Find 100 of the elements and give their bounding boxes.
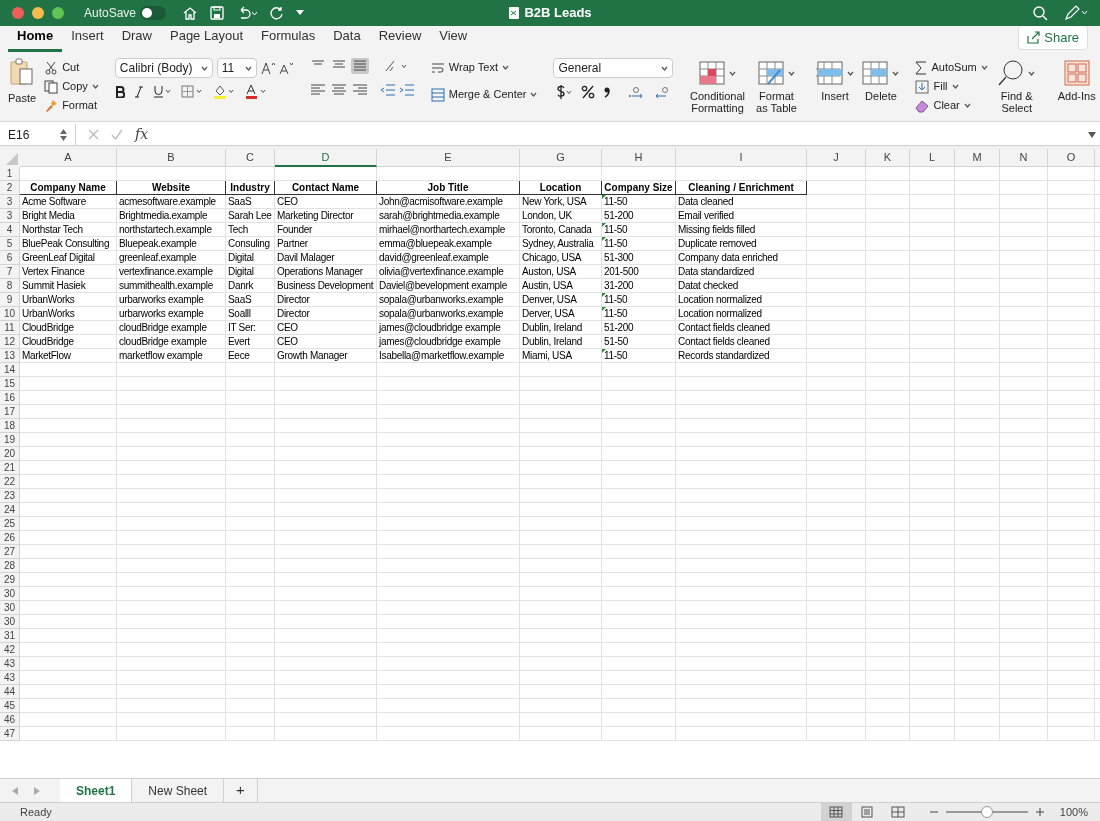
row-header[interactable]: 27	[0, 545, 20, 559]
fill-button[interactable]: Fill	[915, 77, 988, 96]
table-cell[interactable]: Email verified	[676, 209, 807, 223]
column-header[interactable]: B	[117, 149, 226, 167]
table-cell[interactable]: Sydney, Australia	[520, 237, 602, 251]
table-cell[interactable]: IT Ser:	[226, 321, 275, 335]
table-cell[interactable]: Bright Media	[20, 209, 117, 223]
table-cell[interactable]: james@cloudbridge example	[377, 335, 520, 349]
table-cell[interactable]: emma@bluepeak.example	[377, 237, 520, 251]
table-cell[interactable]: Location normalized	[676, 293, 807, 307]
clear-button[interactable]: Clear	[915, 96, 988, 115]
table-cell[interactable]: mirhael@northartech.example	[377, 223, 520, 237]
table-cell[interactable]: Director	[275, 307, 377, 321]
table-cell[interactable]: 11-50	[602, 237, 676, 251]
table-cell[interactable]: Contact fields cleaned	[676, 335, 807, 349]
table-cell[interactable]: Denver, USA	[520, 293, 602, 307]
row-header[interactable]: 31	[0, 629, 20, 643]
row-header[interactable]: 1	[0, 167, 20, 181]
table-cell[interactable]: New York, USA	[520, 195, 602, 209]
autosum-button[interactable]: AutoSum	[915, 58, 988, 77]
column-header[interactable]: H	[602, 149, 676, 167]
row-header[interactable]: 4	[0, 223, 20, 237]
search-icon[interactable]	[1032, 5, 1048, 21]
table-cell[interactable]: Location normalized	[676, 307, 807, 321]
table-cell[interactable]: Chicago, USA	[520, 251, 602, 265]
table-cell[interactable]: Digital	[226, 251, 275, 265]
table-cell[interactable]: 31-200	[602, 279, 676, 293]
dropdown-icon[interactable]	[296, 10, 305, 16]
table-cell[interactable]: Founder	[275, 223, 377, 237]
table-cell[interactable]: Duplicate removed	[676, 237, 807, 251]
table-cell[interactable]: Brightmedia.example	[117, 209, 226, 223]
table-cell[interactable]: cloudBridge example	[117, 335, 226, 349]
ribbon-tab[interactable]: Insert	[62, 21, 113, 52]
ribbon-tab[interactable]: Page Layout	[161, 21, 252, 52]
table-cell[interactable]: Data cleaned	[676, 195, 807, 209]
column-header[interactable]: G	[520, 149, 602, 167]
row-header[interactable]: 2	[0, 181, 20, 195]
table-cell[interactable]: 51-300	[602, 251, 676, 265]
table-cell[interactable]: Business Development	[275, 279, 377, 293]
row-header[interactable]: 30	[0, 587, 20, 601]
column-header[interactable]: N	[1000, 149, 1048, 167]
window-control-button[interactable]	[52, 7, 64, 19]
italic-icon[interactable]	[134, 85, 143, 98]
format-painter-button[interactable]: Format	[44, 96, 99, 115]
column-header[interactable]: L	[910, 149, 955, 167]
row-header[interactable]: 30	[0, 601, 20, 615]
table-cell[interactable]: Growth Manager	[275, 349, 377, 363]
align-right-icon[interactable]	[350, 82, 369, 98]
table-cell[interactable]: SaaS	[226, 293, 275, 307]
column-header[interactable]: D	[275, 149, 377, 167]
wrap-text-button[interactable]: Wrap Text	[430, 58, 538, 77]
row-header[interactable]: 42	[0, 643, 20, 657]
row-header[interactable]: 10	[0, 307, 20, 321]
expand-icon[interactable]	[1088, 131, 1096, 138]
row-header[interactable]: 15	[0, 377, 20, 391]
table-cell[interactable]: CloudBridge	[20, 321, 117, 335]
table-cell[interactable]: Davil Malager	[275, 251, 377, 265]
table-cell[interactable]: Isabella@marketflow.example	[377, 349, 520, 363]
font-size-dropdown[interactable]: 11	[216, 58, 257, 78]
table-cell[interactable]: MarketFlow	[20, 349, 117, 363]
align-center-icon[interactable]	[329, 82, 348, 98]
row-header[interactable]: 17	[0, 405, 20, 419]
table-cell[interactable]: BluePeak Consulting	[20, 237, 117, 251]
table-cell[interactable]: urbarworks example	[117, 293, 226, 307]
table-cell[interactable]: Toronto, Canada	[520, 223, 602, 237]
row-header[interactable]: 7	[0, 265, 20, 279]
decrease-indent-icon[interactable]	[379, 83, 396, 97]
table-cell[interactable]: Evert	[226, 335, 275, 349]
column-header[interactable]: E	[377, 149, 520, 167]
table-cell[interactable]: 51-50	[602, 335, 676, 349]
pen-icon[interactable]	[1064, 5, 1088, 21]
caret-icon[interactable]	[963, 103, 971, 108]
row-header[interactable]: 21	[0, 461, 20, 475]
increase-indent-icon[interactable]	[398, 83, 415, 97]
confirm-icon[interactable]	[111, 129, 123, 140]
caret-icon[interactable]	[530, 92, 538, 97]
ribbon-tab[interactable]: Data	[324, 21, 370, 52]
table-cell[interactable]: 201-500	[602, 265, 676, 279]
caret-icon[interactable]	[980, 65, 988, 70]
table-cell[interactable]: Miami, USA	[520, 349, 602, 363]
table-cell[interactable]: 11-50	[602, 223, 676, 237]
row-header[interactable]: 22	[0, 475, 20, 489]
table-cell[interactable]: sopala@urbanworks.example	[377, 307, 520, 321]
column-header[interactable]: J	[807, 149, 866, 167]
row-header[interactable]: 23	[0, 489, 20, 503]
row-header[interactable]: 47	[0, 727, 20, 741]
font-color-icon[interactable]	[244, 84, 267, 99]
column-header[interactable]: A	[20, 149, 117, 167]
row-header[interactable]: 44	[0, 685, 20, 699]
table-cell[interactable]: UrbanWorks	[20, 293, 117, 307]
table-cell[interactable]: Auston, USA	[520, 265, 602, 279]
table-cell[interactable]: summithealth.example	[117, 279, 226, 293]
table-cell[interactable]: david@greenleaf.example	[377, 251, 520, 265]
row-header[interactable]: 30	[0, 615, 20, 629]
column-header[interactable]: K	[866, 149, 910, 167]
table-cell[interactable]: Vertex Finance	[20, 265, 117, 279]
caret-icon[interactable]	[91, 84, 99, 89]
font-name-dropdown[interactable]: Calibri (Body)	[114, 58, 213, 78]
comma-style-icon[interactable]	[603, 85, 612, 99]
function-label[interactable]: fx	[135, 124, 149, 145]
